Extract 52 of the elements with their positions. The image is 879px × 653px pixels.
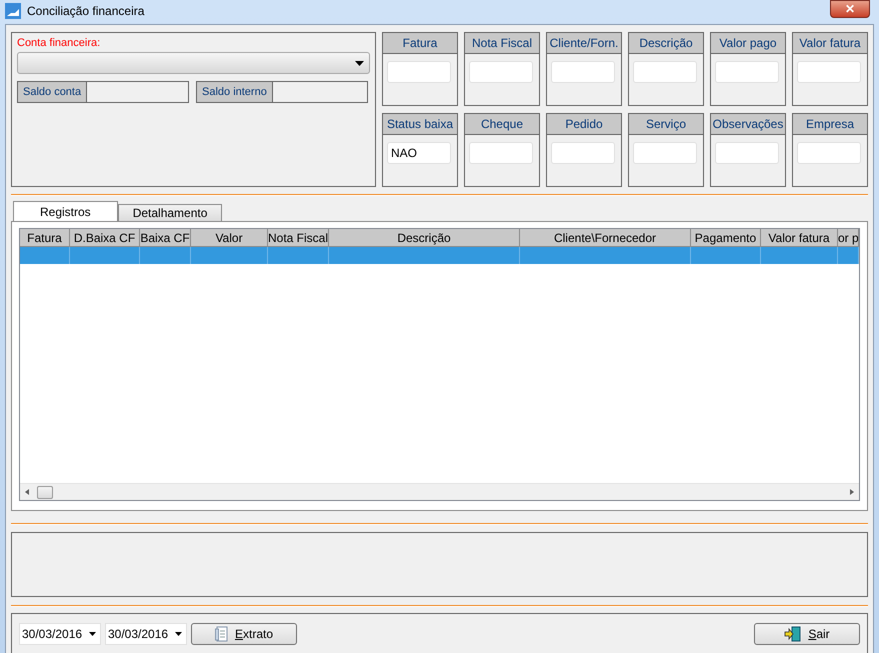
filter-label: Status baixa — [383, 114, 457, 134]
column-header[interactable]: Pagamento — [691, 229, 761, 247]
column-header[interactable]: Valor fatura — [761, 229, 838, 247]
date-field[interactable]: 30/03/2016 — [19, 622, 101, 644]
exit-door-icon — [784, 626, 802, 642]
filter-field[interactable] — [797, 61, 861, 83]
exit-button[interactable]: Sair — [754, 622, 860, 644]
balance-label: Saldo conta — [18, 82, 88, 102]
horizontal-scrollbar[interactable] — [20, 483, 859, 500]
filter-label: Valor fatura — [793, 33, 867, 54]
scrollbar-thumb[interactable] — [37, 486, 53, 498]
filter-field[interactable] — [469, 61, 533, 83]
filter-field[interactable] — [469, 142, 533, 164]
tab[interactable]: Detalhamento — [118, 204, 222, 221]
date-field[interactable]: 30/03/2016 — [105, 622, 187, 644]
balance-label: Saldo interno — [197, 82, 273, 102]
filter-field[interactable] — [797, 142, 861, 164]
tab[interactable]: Registros — [13, 201, 118, 221]
table-row[interactable] — [20, 247, 859, 264]
account-dropdown[interactable] — [17, 52, 370, 74]
filter-field[interactable] — [387, 61, 451, 83]
filter-label: Observações — [711, 114, 785, 134]
column-header[interactable]: Nota Fiscal — [268, 229, 329, 247]
filter-label: Nota Fiscal — [465, 33, 539, 54]
column-header[interactable]: D.Baixa CF — [70, 229, 140, 247]
document-icon — [214, 626, 229, 642]
app-icon — [5, 3, 21, 19]
column-header[interactable]: Descrição — [329, 229, 520, 247]
column-header[interactable]: Fatura — [20, 229, 70, 247]
filter-field[interactable]: NAO — [387, 142, 451, 164]
filter-label: Fatura — [383, 33, 457, 54]
filter-label: Descrição — [629, 33, 703, 54]
filter-label: Serviço — [629, 114, 703, 134]
filter-label: Empresa — [793, 114, 867, 134]
filter-field[interactable] — [715, 61, 779, 83]
filter-label: Cheque — [465, 114, 539, 134]
filter-label: Pedido — [547, 114, 621, 134]
account-label: Conta financeira: — [17, 37, 102, 51]
filter-field[interactable] — [551, 142, 615, 164]
column-header[interactable]: Cliente\Fornecedor — [520, 229, 691, 247]
filter-field[interactable] — [715, 142, 779, 164]
window-title: Conciliação financeira — [27, 4, 146, 18]
filter-field[interactable] — [551, 61, 615, 83]
filter-field[interactable] — [633, 142, 697, 164]
column-header[interactable]: or p — [838, 229, 859, 247]
extract-button[interactable]: Extrato — [191, 622, 297, 644]
dropdown-arrow-icon — [355, 60, 364, 66]
column-header[interactable]: Baixa CF — [140, 229, 191, 247]
filter-field[interactable] — [633, 61, 697, 83]
column-header[interactable]: Valor — [191, 229, 268, 247]
filter-label: Valor pago — [711, 33, 785, 54]
filter-label: Cliente/Forn. — [547, 33, 621, 54]
